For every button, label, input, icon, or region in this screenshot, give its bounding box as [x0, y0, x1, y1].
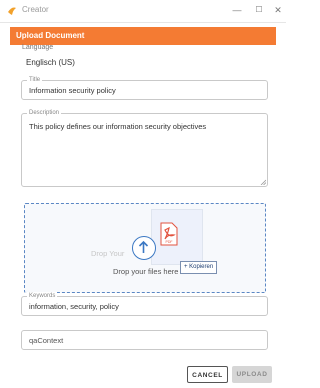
- cancel-button[interactable]: CANCEL: [187, 366, 228, 383]
- close-icon[interactable]: ✕: [269, 3, 287, 17]
- keywords-field[interactable]: Keywords information, security, policy: [21, 292, 268, 316]
- title-label: Title: [27, 76, 43, 84]
- maximize-icon[interactable]: ☐: [250, 3, 268, 17]
- dropzone-text: Drop your files here: [113, 267, 179, 276]
- description-label: Description: [27, 109, 62, 117]
- dropzone-ghost-text: Drop Your: [91, 249, 125, 258]
- resize-handle-icon[interactable]: [260, 179, 266, 185]
- app-logo-icon: [8, 7, 16, 15]
- file-dropzone[interactable]: Drop Your PDF Drop your files here + Kop…: [24, 203, 266, 293]
- minimize-icon[interactable]: —: [228, 3, 246, 17]
- language-label: Language: [22, 44, 54, 51]
- copy-badge: + Kopieren: [180, 261, 218, 274]
- context-field[interactable]: qaContext: [21, 330, 268, 350]
- keywords-value[interactable]: information, security, policy: [29, 302, 119, 311]
- description-value[interactable]: This policy defines our information secu…: [29, 122, 206, 131]
- pdf-file-icon: PDF: [160, 222, 178, 246]
- window-titlebar: Creator — ☐ ✕: [0, 0, 286, 23]
- dialog-header: Upload Document: [10, 27, 276, 45]
- pdf-file-type: PDF: [166, 240, 173, 244]
- title-field[interactable]: Title Information security policy: [21, 76, 268, 100]
- description-field[interactable]: Description This policy defines our info…: [21, 109, 268, 187]
- upload-button[interactable]: UPLOAD: [232, 366, 272, 383]
- context-value[interactable]: qaContext: [29, 336, 63, 345]
- keywords-label: Keywords: [27, 292, 58, 300]
- window-title: Creator: [22, 5, 49, 14]
- upload-arrow-icon[interactable]: [132, 236, 156, 260]
- language-select[interactable]: Englisch (US): [26, 58, 75, 67]
- title-value[interactable]: Information security policy: [29, 86, 116, 95]
- dialog-title: Upload Document: [16, 31, 85, 40]
